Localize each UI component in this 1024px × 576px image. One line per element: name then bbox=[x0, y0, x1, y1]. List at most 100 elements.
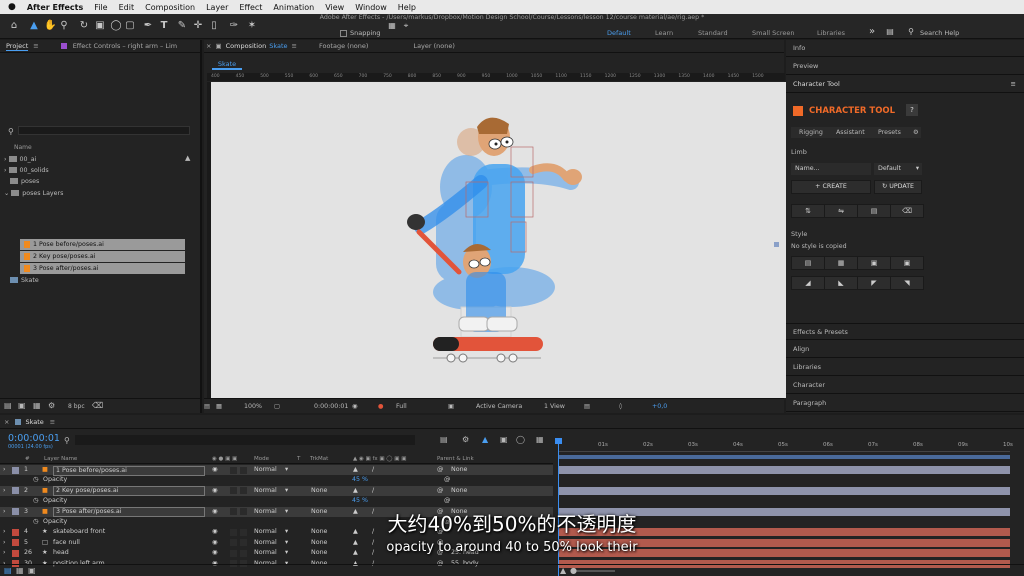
visibility-icon[interactable]: ◉ bbox=[212, 486, 218, 496]
composition-viewer[interactable] bbox=[207, 82, 786, 398]
property-value[interactable]: 45 % bbox=[352, 496, 368, 506]
workspace-standard[interactable]: Standard bbox=[698, 29, 728, 37]
settings-gear-icon[interactable]: ⚙ bbox=[913, 127, 919, 138]
panel-menu-icon[interactable]: ≡ bbox=[33, 42, 38, 50]
color-channels-icon[interactable]: ● bbox=[378, 399, 384, 414]
layer-search-input[interactable] bbox=[75, 435, 415, 445]
pan-tool-icon[interactable]: ◯ bbox=[110, 20, 122, 32]
eraser-tool-icon[interactable]: ▯ bbox=[208, 20, 220, 32]
views-select[interactable]: 1 View bbox=[544, 399, 565, 414]
new-comp-icon[interactable]: ▦ bbox=[33, 401, 41, 410]
more-workspaces-icon[interactable]: » bbox=[866, 26, 878, 38]
menu-effect[interactable]: Effect bbox=[239, 3, 262, 12]
tab-project[interactable]: Project bbox=[6, 42, 29, 51]
zoom-out-icon[interactable]: ▲ bbox=[560, 566, 566, 575]
info-panel-header[interactable]: Info bbox=[786, 40, 1024, 57]
project-settings-icon[interactable]: ⚙ bbox=[48, 401, 55, 410]
trkmat-column-header[interactable]: TrkMat bbox=[310, 455, 328, 464]
lock-icon[interactable]: ▣ bbox=[215, 42, 221, 50]
project-item[interactable]: › 00_ai bbox=[0, 154, 200, 165]
transfer-controls-icon[interactable]: ▦ bbox=[16, 566, 24, 575]
visibility-icon[interactable]: ◉ bbox=[212, 465, 218, 475]
close-icon[interactable]: × bbox=[206, 42, 211, 50]
new-folder-icon[interactable]: ▣ bbox=[18, 401, 26, 410]
interpret-footage-icon[interactable]: ▤ bbox=[4, 401, 12, 410]
layer-row[interactable]: › 2 ■ 2 Key pose/poses.ai ◉ Normal ▾ None ▲ / @ Non… bbox=[0, 485, 553, 497]
menu-composition[interactable]: Composition bbox=[145, 3, 195, 12]
clone-tool-icon[interactable]: ✛ bbox=[192, 20, 204, 32]
work-area-bar[interactable] bbox=[558, 455, 1010, 459]
trash-icon[interactable]: ⌫ bbox=[92, 401, 103, 410]
style-copy-button[interactable]: ▤ bbox=[791, 256, 825, 270]
snapping-checkbox[interactable] bbox=[340, 30, 347, 37]
character-tool-panel-header[interactable]: Character Tool ≡ bbox=[786, 76, 1024, 93]
project-item[interactable]: › 00_solids bbox=[0, 165, 200, 176]
layer-name-column-header[interactable]: Layer Name bbox=[44, 455, 77, 464]
shy-icon[interactable]: ▲ bbox=[482, 435, 488, 444]
parent-select[interactable]: None bbox=[451, 486, 467, 496]
expand-icon[interactable]: › bbox=[3, 486, 6, 496]
roi-icon[interactable]: ▣ bbox=[448, 399, 454, 414]
project-item[interactable]: poses bbox=[0, 176, 200, 187]
style-corner-tl-button[interactable]: ◢ bbox=[791, 276, 825, 290]
paragraph-panel-header[interactable]: Paragraph bbox=[786, 395, 1024, 412]
tab-composition[interactable]: Composition bbox=[226, 42, 267, 50]
help-button[interactable]: ? bbox=[906, 104, 918, 116]
name-column-header[interactable]: Name bbox=[14, 144, 32, 151]
comp-mini-flowchart-icon[interactable]: ▤ bbox=[440, 435, 448, 444]
effects-presets-panel-header[interactable]: Effects & Presets bbox=[786, 323, 1024, 340]
preview-panel-header[interactable]: Preview bbox=[786, 58, 1024, 75]
layer-color-label[interactable] bbox=[12, 466, 19, 474]
libraries-panel-header[interactable]: Libraries bbox=[786, 359, 1024, 376]
motion-blur-icon[interactable]: ◯ bbox=[516, 435, 525, 444]
limb-style-button[interactable]: ⇋ bbox=[824, 204, 858, 218]
shy-switch-icon[interactable]: ▲ bbox=[353, 486, 358, 496]
menu-animation[interactable]: Animation bbox=[273, 3, 314, 12]
workspace-learn[interactable]: Learn bbox=[655, 29, 673, 37]
solo-box[interactable] bbox=[230, 487, 237, 495]
tab-composition-name[interactable]: Skate bbox=[269, 42, 287, 50]
playhead-handle[interactable] bbox=[555, 438, 562, 444]
layer-switches-icon[interactable]: ▤ bbox=[4, 566, 12, 575]
hand-tool-icon[interactable]: ✋ bbox=[44, 20, 56, 32]
project-item[interactable]: ⌄ poses Layers bbox=[0, 188, 200, 199]
panel-menu-icon[interactable]: ≡ bbox=[1011, 76, 1016, 93]
menu-layer[interactable]: Layer bbox=[206, 3, 228, 12]
puppet-tool-icon[interactable]: ✶ bbox=[246, 20, 258, 32]
project-item[interactable]: 3 Pose after/poses.ai bbox=[20, 263, 185, 274]
mode-select[interactable]: Normal bbox=[254, 486, 277, 496]
bpc-label[interactable]: 8 bpc bbox=[68, 403, 85, 410]
parent-pickwhip-icon[interactable]: @ bbox=[437, 465, 443, 475]
opacity-property-row[interactable]: ◷ Opacity 45 % @ bbox=[0, 496, 553, 506]
tab-layer[interactable]: Layer (none) bbox=[413, 42, 454, 50]
selection-tool-icon[interactable]: ▲ bbox=[28, 20, 40, 32]
shy-switch-icon[interactable]: ▲ bbox=[353, 465, 358, 475]
rectangle-tool-icon[interactable]: ▢ bbox=[124, 20, 136, 32]
resolution-select[interactable]: Full bbox=[396, 399, 407, 414]
limb-name-input[interactable]: Name... bbox=[791, 163, 871, 175]
menu-help[interactable]: Help bbox=[398, 3, 416, 12]
zoom-tool-icon[interactable]: ⚲ bbox=[58, 20, 70, 32]
solo-box[interactable] bbox=[230, 466, 237, 474]
menu-edit[interactable]: Edit bbox=[119, 3, 135, 12]
align-panel-header[interactable]: Align bbox=[786, 341, 1024, 358]
sync-icon[interactable]: ▤ bbox=[884, 26, 896, 38]
exposure-value[interactable]: +0,0 bbox=[652, 399, 667, 414]
style-corner-br-button[interactable]: ◤ bbox=[857, 276, 891, 290]
layer-name[interactable]: 1 Pose before/poses.ai bbox=[53, 465, 205, 476]
layer-color-label[interactable] bbox=[12, 487, 19, 495]
stopwatch-icon[interactable]: ◷ bbox=[33, 496, 39, 506]
lock-box[interactable] bbox=[240, 487, 247, 495]
property-value[interactable]: 45 % bbox=[352, 475, 368, 485]
timeline-tab[interactable]: Skate bbox=[25, 418, 43, 426]
time-ruler[interactable]: ▼01s02s03s04s05s06s07s08s09s10s bbox=[556, 440, 1013, 452]
graph-editor-icon[interactable]: ▦ bbox=[536, 435, 544, 444]
project-item[interactable]: 2 Key pose/poses.ai bbox=[20, 251, 185, 262]
app-name[interactable]: After Effects bbox=[27, 3, 83, 12]
fit-icon[interactable]: ▢ bbox=[274, 399, 280, 414]
rotate-tool-icon[interactable]: ↻ bbox=[78, 20, 90, 32]
workspace-libraries[interactable]: Libraries bbox=[817, 29, 845, 37]
tab-presets[interactable]: Presets bbox=[878, 127, 901, 138]
tab-assistant[interactable]: Assistant bbox=[836, 127, 865, 138]
limb-copy-button[interactable]: ▤ bbox=[857, 204, 891, 218]
